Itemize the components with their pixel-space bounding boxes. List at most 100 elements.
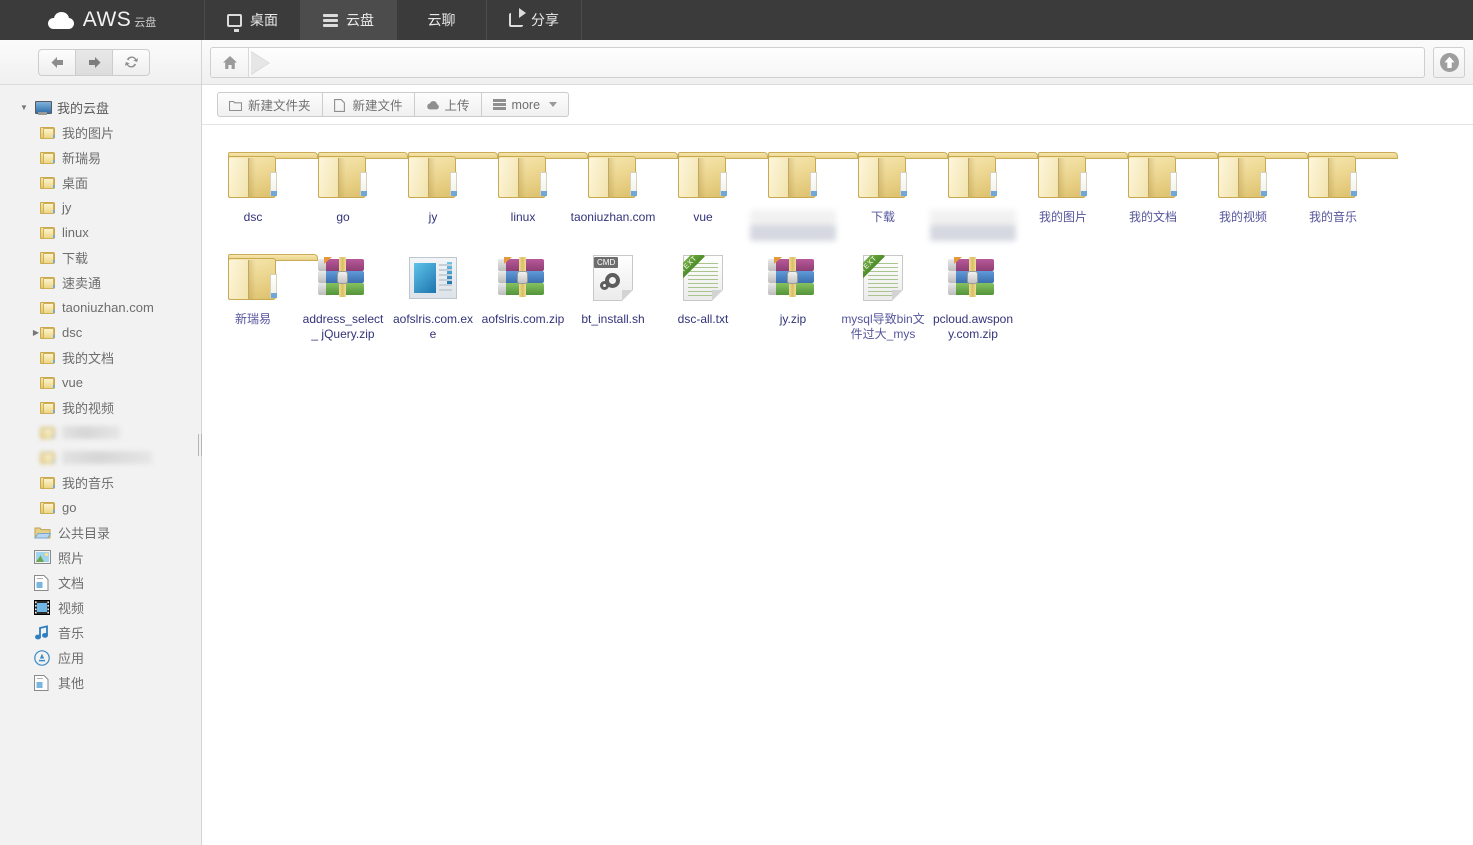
main-panel: 新建文件夹 新建文件 上传 more dsc go jy linux taoni… [202,40,1473,845]
file-item[interactable]: TEXT mysql导致bin文件过大_mys [838,241,928,342]
tree-item[interactable]: 速卖通 [0,270,201,295]
file-label: bt_install.sh [581,312,645,326]
chevron-down-icon[interactable]: ▼ [18,102,30,114]
text-file-icon: TEXT [863,255,903,301]
tree-item[interactable]: go [0,495,201,520]
tree-item[interactable] [0,445,201,470]
upload-cloud-icon [426,99,439,111]
tree-item-label: taoniuzhan.com [62,300,154,315]
share-icon [509,8,526,27]
tree-item-label [62,426,120,439]
main-tabs: 桌面 云盘 云聊 分享 [205,0,582,40]
archive-icon [318,257,368,299]
tree-item[interactable]: 桌面 [0,170,201,195]
folder-icon [856,152,948,200]
tree-item-label: 我的视频 [62,401,115,416]
tree-item-label: vue [62,375,83,390]
tree-item[interactable] [0,420,201,445]
tree-item-label: 我的图片 [62,126,115,141]
script-icon: CMD [593,255,633,301]
file-icon-wrap [1306,145,1398,207]
file-label: jy [428,210,438,224]
computer-icon [34,100,52,115]
photo-icon [34,550,51,565]
tree-item-label [62,451,152,464]
brand-logo[interactable]: AWS 云盘 [0,0,205,40]
tree-item[interactable]: 我的视频 [0,395,201,420]
upload-label: 上传 [444,99,470,113]
sidebar-item-label: 视频 [58,601,85,616]
refresh-button[interactable] [112,48,150,76]
file-item[interactable]: 新瑞易 [208,241,318,342]
tab-label: 分享 [531,12,559,28]
breadcrumb-home-button[interactable] [211,47,249,77]
file-label: address_select_ jQuery.zip [302,312,384,341]
tree-item[interactable]: 我的图片 [0,120,201,145]
sidebar-item-应用[interactable]: 应用 [0,645,201,670]
sidebar-splitter[interactable] [197,40,202,845]
tab-桌面[interactable]: 桌面 [205,0,301,40]
tree-item-label: 速卖通 [62,276,102,291]
file-item[interactable]: aofslris.com.exe [388,241,478,342]
breadcrumb[interactable] [210,46,1425,78]
disk-icon [323,13,338,27]
folder-icon [1126,152,1218,200]
tree-item-label: jy [62,200,72,215]
folder-icon [40,201,55,214]
tree-item[interactable]: jy [0,195,201,220]
file-item[interactable]: dsc [208,139,318,241]
file-item[interactable]: CMD bt_install.sh [568,241,658,342]
tree-item[interactable]: taoniuzhan.com [0,295,201,320]
sidebar-item-label: 音乐 [58,626,85,641]
file-label: pcloud.awspony.com.zip [932,312,1014,341]
folder-icon [40,276,55,289]
tree-item[interactable]: 我的文档 [0,345,201,370]
tab-云盘[interactable]: 云盘 [301,0,397,40]
tree-item-label: 我的音乐 [62,476,115,491]
tree-root-my-cloud[interactable]: ▼ 我的云盘 [0,95,201,120]
tree-item[interactable]: vue [0,370,201,395]
archive-icon [768,257,818,299]
sidebar-item-公共目录[interactable]: 公共目录 [0,520,201,545]
sidebar-item-文档[interactable]: 文档 [0,570,201,595]
file-item[interactable]: pcloud.awspony.com.zip [928,241,1018,342]
sidebar-item-视频[interactable]: 视频 [0,595,201,620]
splitter-grip-icon[interactable] [197,432,202,458]
folder-icon [40,226,55,239]
breadcrumb-path[interactable] [285,48,1424,77]
tree-root-label: 我的云盘 [57,101,110,116]
tree-item[interactable]: 新瑞易 [0,145,201,170]
sidebar-item-其他[interactable]: 其他 [0,670,201,695]
back-button[interactable] [38,48,76,76]
file-item[interactable]: TEXT dsc-all.txt [658,241,748,342]
more-button[interactable]: more [480,92,570,117]
file-label: 新瑞易 [234,312,271,326]
tab-云聊[interactable]: 云聊 [397,0,487,40]
new-folder-button[interactable]: 新建文件夹 [217,92,323,117]
file-label: 下载 [870,210,895,224]
sidebar-item-照片[interactable]: 照片 [0,545,201,570]
tab-label: 桌面 [250,12,278,28]
file-item[interactable]: aofslris.com.zip [478,241,568,342]
file-label: linux [510,210,536,224]
tree-item[interactable]: 下载 [0,245,201,270]
file-item[interactable]: jy.zip [748,241,838,342]
music-icon [34,625,51,640]
upload-button[interactable]: 上传 [413,92,482,117]
new-folder-label: 新建文件夹 [248,99,311,113]
tab-分享[interactable]: 分享 [487,0,582,40]
file-label: jy.zip [779,312,807,326]
folder-icon [40,501,55,514]
tree-item[interactable]: linux [0,220,201,245]
file-label: dsc-all.txt [677,312,729,326]
file-icon-wrap [586,145,678,207]
home-icon [222,55,237,69]
file-icon-wrap: CMD [593,247,633,309]
tree-item[interactable]: 我的音乐 [0,470,201,495]
new-file-button[interactable]: 新建文件 [321,92,415,117]
arrow-left-icon [51,56,63,68]
tree-item[interactable]: ▶ dsc [0,320,201,345]
sidebar-item-音乐[interactable]: 音乐 [0,620,201,645]
forward-button[interactable] [75,48,113,76]
go-up-button[interactable] [1433,46,1465,78]
